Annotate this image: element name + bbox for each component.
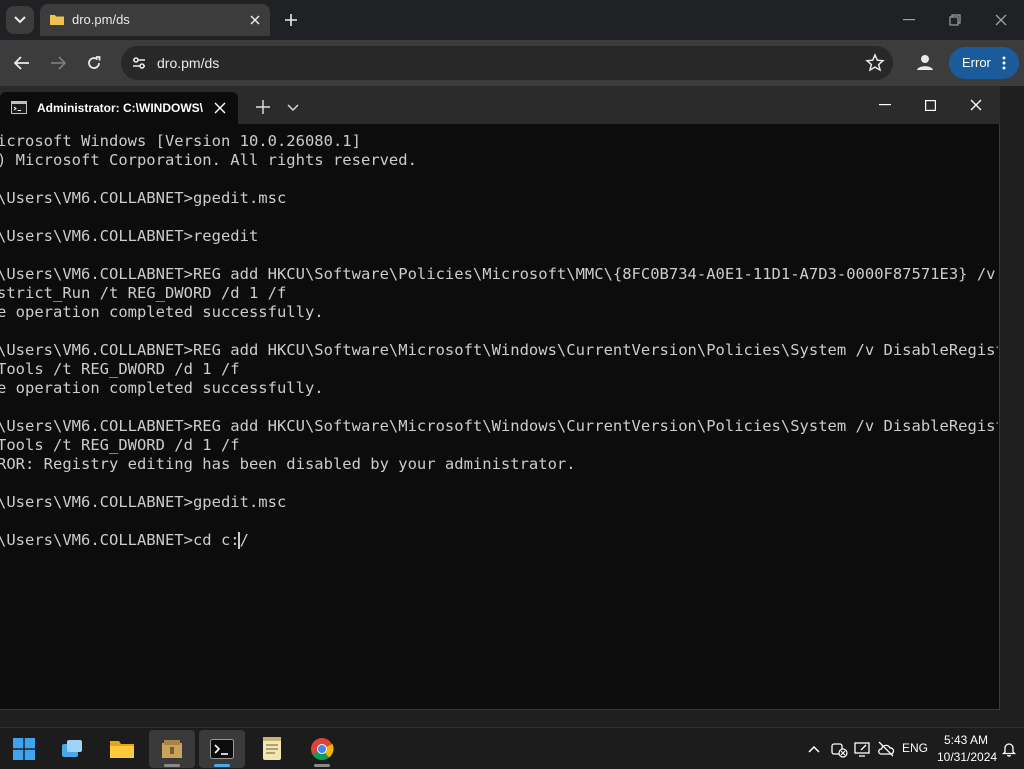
terminal-tab[interactable]: Administrator: C:\WINDOWS\ (0, 92, 238, 124)
arrow-left-icon (14, 56, 29, 70)
terminal-tab-title: Administrator: C:\WINDOWS\ (37, 101, 203, 115)
chrome-button[interactable] (299, 730, 345, 768)
terminal-line: icrosoft Windows [Version 10.0.26080.1] (0, 132, 361, 150)
reload-icon (88, 56, 101, 69)
browser-minimize-button[interactable] (897, 8, 921, 32)
close-icon (970, 99, 982, 111)
text-cursor (238, 532, 240, 549)
security-status-icon[interactable] (830, 740, 848, 758)
clock-date[interactable]: 10/31/2024 (937, 750, 997, 764)
address-bar[interactable]: dro.pm/ds (121, 46, 893, 80)
terminal-line: \Users\VM6.COLLABNET>regedit (0, 227, 259, 245)
cloud-offline-icon[interactable] (877, 740, 895, 758)
browser-tab-strip: dro.pm/ds (0, 0, 1024, 40)
browser-restore-button[interactable] (943, 8, 967, 32)
terminal-window: Administrator: C:\WINDOWS\ icrosoft Wind… (0, 86, 1000, 710)
minimize-icon (903, 19, 915, 21)
new-terminal-tab-icon[interactable] (254, 98, 272, 116)
notification-bell-icon[interactable] (1000, 740, 1018, 758)
new-tab-button[interactable] (280, 9, 302, 31)
terminal-line: strict_Run /t REG_DWORD /d 1 /f (0, 284, 287, 302)
terminal-line: \Users\VM6.COLLABNET>gpedit.msc (0, 493, 287, 511)
archive-icon (162, 740, 182, 758)
reload-button[interactable] (82, 51, 106, 75)
input-language[interactable]: ENG (902, 741, 928, 755)
terminal-line: \Users\VM6.COLLABNET>REG add HKCU\Softwa… (0, 417, 998, 435)
pen-workspace-icon[interactable] (853, 740, 871, 758)
terminal-line: \Users\VM6.COLLABNET>gpedit.msc (0, 189, 287, 207)
chrome-icon (311, 738, 334, 760)
running-indicator (164, 764, 180, 767)
restore-icon (949, 14, 961, 26)
taskbar: ENG 5:43 AM 10/31/2024 (0, 727, 1024, 769)
bookmark-star-icon[interactable] (865, 53, 885, 73)
command-prompt-icon (11, 101, 27, 114)
minimize-icon (879, 104, 891, 106)
error-label: Error (962, 55, 991, 70)
terminal-line: ROR: Registry editing has been disabled … (0, 455, 576, 473)
site-settings-icon[interactable] (131, 55, 147, 71)
file-explorer-button[interactable] (99, 730, 145, 768)
folder-icon (50, 15, 64, 25)
profile-error-button[interactable]: Error (949, 47, 1019, 79)
archive-app-button[interactable] (149, 730, 195, 768)
terminal-line: \Users\VM6.COLLABNET>REG add HKCU\Softwa… (0, 341, 998, 359)
terminal-icon (210, 739, 234, 759)
task-view-button[interactable] (49, 730, 95, 768)
browser-toolbar: dro.pm/ds Error (0, 40, 1024, 86)
forward-button[interactable] (46, 51, 70, 75)
chevron-down-icon (14, 16, 26, 24)
close-icon (250, 15, 260, 25)
back-button[interactable] (10, 51, 34, 75)
terminal-line: \Users\VM6.COLLABNET>REG add HKCU\Softwa… (0, 265, 996, 283)
running-indicator (214, 764, 230, 767)
terminal-prompt-line: \Users\VM6.COLLABNET>cd c:/ (0, 531, 249, 549)
url-text: dro.pm/ds (157, 55, 220, 71)
notepad-icon (263, 737, 281, 760)
start-button[interactable] (1, 730, 47, 768)
plus-icon (285, 14, 297, 26)
terminal-minimize-button[interactable] (873, 95, 897, 115)
terminal-app-button[interactable] (199, 730, 245, 768)
chevron-up-icon[interactable] (805, 740, 823, 758)
close-icon[interactable] (212, 100, 228, 116)
start-icon (13, 738, 35, 760)
arrow-right-icon (51, 56, 66, 70)
terminal-titlebar: Administrator: C:\WINDOWS\ (0, 86, 1000, 124)
terminal-line: e operation completed successfully. (0, 303, 324, 321)
browser-close-button[interactable] (989, 8, 1013, 32)
notepad-button[interactable] (249, 730, 295, 768)
tab-search-button[interactable] (6, 6, 34, 34)
browser-tab[interactable]: dro.pm/ds (40, 4, 270, 36)
close-tab-button[interactable] (246, 11, 264, 29)
running-indicator (314, 764, 330, 767)
terminal-line: Tools /t REG_DWORD /d 1 /f (0, 360, 240, 378)
task-view-icon (62, 740, 82, 757)
terminal-close-button[interactable] (964, 95, 988, 115)
terminal-line: Tools /t REG_DWORD /d 1 /f (0, 436, 240, 454)
terminal-maximize-button[interactable] (918, 95, 942, 115)
terminal-line: ) Microsoft Corporation. All rights rese… (0, 151, 417, 169)
chevron-down-icon[interactable] (284, 98, 302, 116)
folder-icon (110, 741, 134, 758)
more-vert-icon (1002, 56, 1006, 70)
terminal-output[interactable]: icrosoft Windows [Version 10.0.26080.1] … (0, 124, 998, 708)
terminal-line: e operation completed successfully. (0, 379, 324, 397)
profile-avatar-icon[interactable] (913, 51, 937, 75)
clock-time[interactable]: 5:43 AM (944, 733, 988, 747)
close-icon (995, 14, 1007, 26)
maximize-icon (924, 99, 936, 111)
browser-tab-title: dro.pm/ds (72, 12, 130, 27)
